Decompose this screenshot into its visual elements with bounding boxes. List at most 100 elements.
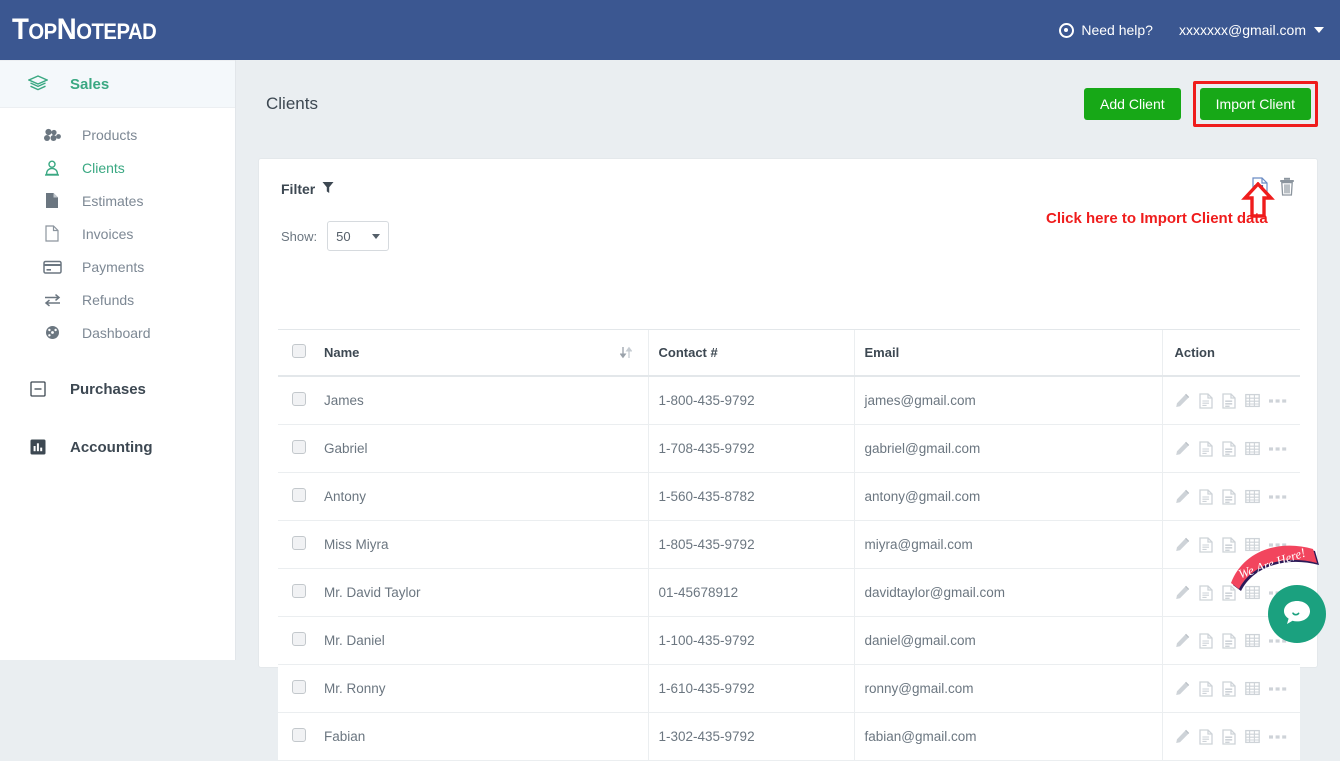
edit-icon[interactable] (1175, 633, 1190, 648)
column-header-name[interactable]: Name (324, 329, 648, 377)
invoice-icon[interactable] (1221, 680, 1236, 697)
cell-actions (1161, 664, 1300, 713)
row-checkbox[interactable] (292, 584, 306, 598)
statement-icon[interactable] (1244, 633, 1260, 648)
estimate-icon[interactable] (1198, 632, 1213, 649)
more-icon[interactable] (1268, 686, 1287, 692)
edit-icon[interactable] (1175, 729, 1190, 744)
lifering-icon (1059, 22, 1075, 38)
estimate-icon[interactable] (1198, 536, 1213, 553)
row-action-group (1175, 632, 1291, 649)
statement-icon[interactable] (1244, 393, 1260, 408)
show-entries-value: 50 (336, 228, 351, 244)
estimate-icon[interactable] (1198, 440, 1213, 457)
cell-actions (1161, 472, 1300, 521)
column-header-email[interactable]: Email (853, 329, 1162, 377)
edit-icon[interactable] (1175, 585, 1190, 600)
users-icon (42, 159, 62, 176)
sidebar-item-label: Estimates (82, 192, 144, 209)
table-row: Mr. David Taylor 01-45678912 davidtaylor@g… (278, 568, 1300, 617)
sidebar-section-purchases[interactable]: Purchases (0, 365, 235, 413)
cell-name: Gabriel (324, 424, 648, 473)
invoice-icon[interactable] (1221, 632, 1236, 649)
table-row: Fabian 1-302-435-9792 fabian@gmail.com (278, 712, 1300, 761)
row-checkbox[interactable] (292, 632, 306, 646)
more-icon[interactable] (1268, 734, 1287, 740)
edit-icon[interactable] (1175, 393, 1190, 408)
row-select-cell (278, 568, 324, 617)
sidebar-section-sales[interactable]: Sales (0, 60, 235, 108)
row-checkbox[interactable] (292, 392, 306, 406)
invoice-icon[interactable] (1221, 440, 1236, 457)
more-icon[interactable] (1268, 494, 1287, 500)
row-action-group (1175, 392, 1291, 409)
estimate-icon[interactable] (1198, 488, 1213, 505)
cell-name: Antony (324, 472, 648, 521)
statement-icon[interactable] (1244, 489, 1260, 504)
file-outline-icon (42, 225, 62, 242)
row-select-cell (278, 664, 324, 713)
add-client-button[interactable]: Add Client (1084, 88, 1181, 120)
gauge-icon (42, 325, 62, 340)
invoice-icon[interactable] (1221, 392, 1236, 409)
minus-square-icon (28, 381, 48, 397)
column-header-label: Name (324, 345, 360, 360)
row-checkbox[interactable] (292, 728, 306, 742)
row-checkbox[interactable] (292, 488, 306, 502)
row-checkbox[interactable] (292, 680, 306, 694)
row-action-group (1175, 440, 1291, 457)
sidebar-item-label: Invoices (82, 225, 134, 242)
cell-contact: 01-45678912 (647, 568, 854, 617)
invoice-icon[interactable] (1221, 728, 1236, 745)
estimate-icon[interactable] (1198, 728, 1213, 745)
edit-icon[interactable] (1175, 681, 1190, 696)
page-action-buttons: Add Client Import Client (1084, 81, 1318, 127)
row-checkbox[interactable] (292, 536, 306, 550)
cell-contact: 1-560-435-8782 (647, 472, 854, 521)
filter-toggle[interactable]: Filter (281, 181, 334, 197)
cell-actions (1161, 712, 1300, 761)
table-row: Mr. Ronny 1-610-435-9792 ronny@gmail.com (278, 664, 1300, 713)
sidebar-item-clients[interactable]: Clients (0, 151, 235, 184)
cell-contact: 1-805-435-9792 (647, 520, 854, 569)
sidebar-item-dashboard[interactable]: Dashboard (0, 316, 235, 349)
edit-icon[interactable] (1175, 537, 1190, 552)
edit-icon[interactable] (1175, 441, 1190, 456)
sidebar-item-estimates[interactable]: Estimates (0, 184, 235, 217)
column-header-contact[interactable]: Contact # (647, 329, 854, 377)
sort-icon (619, 346, 632, 359)
chevron-down-icon (372, 233, 381, 239)
show-entries-select[interactable]: 50 (327, 221, 390, 251)
cell-email: davidtaylor@gmail.com (853, 568, 1162, 617)
row-select-cell (278, 616, 324, 665)
sidebar-item-payments[interactable]: Payments (0, 250, 235, 283)
sidebar-item-products[interactable]: Products (0, 118, 235, 151)
invoice-icon[interactable] (1221, 488, 1236, 505)
cell-name: Fabian (324, 712, 648, 761)
sidebar-item-refunds[interactable]: Refunds (0, 283, 235, 316)
import-client-button[interactable]: Import Client (1199, 88, 1311, 120)
edit-icon[interactable] (1175, 489, 1190, 504)
user-account-menu[interactable]: xxxxxxx@gmail.com (1179, 22, 1324, 38)
need-help-link[interactable]: Need help? (1059, 22, 1153, 38)
table-row: Gabriel 1-708-435-9792 gabriel@gmail.com (278, 424, 1300, 473)
sidebar-section-accounting[interactable]: Accounting (0, 423, 235, 471)
more-icon[interactable] (1268, 398, 1287, 404)
chat-widget-button[interactable] (1268, 585, 1326, 643)
more-icon[interactable] (1268, 446, 1287, 452)
estimate-icon[interactable] (1198, 584, 1213, 601)
row-checkbox[interactable] (292, 440, 306, 454)
app-logo[interactable]: TOPNOTEPAD (12, 15, 157, 45)
cell-contact: 1-708-435-9792 (647, 424, 854, 473)
sidebar-item-label: Refunds (82, 291, 135, 308)
statement-icon[interactable] (1244, 681, 1260, 696)
estimate-icon[interactable] (1198, 680, 1213, 697)
filter-label: Filter (281, 181, 316, 197)
trash-icon[interactable] (1279, 177, 1295, 201)
select-all-checkbox[interactable] (292, 344, 306, 358)
cell-email: miyra@gmail.com (853, 520, 1162, 569)
statement-icon[interactable] (1244, 441, 1260, 456)
statement-icon[interactable] (1244, 729, 1260, 744)
estimate-icon[interactable] (1198, 392, 1213, 409)
sidebar-item-invoices[interactable]: Invoices (0, 217, 235, 250)
